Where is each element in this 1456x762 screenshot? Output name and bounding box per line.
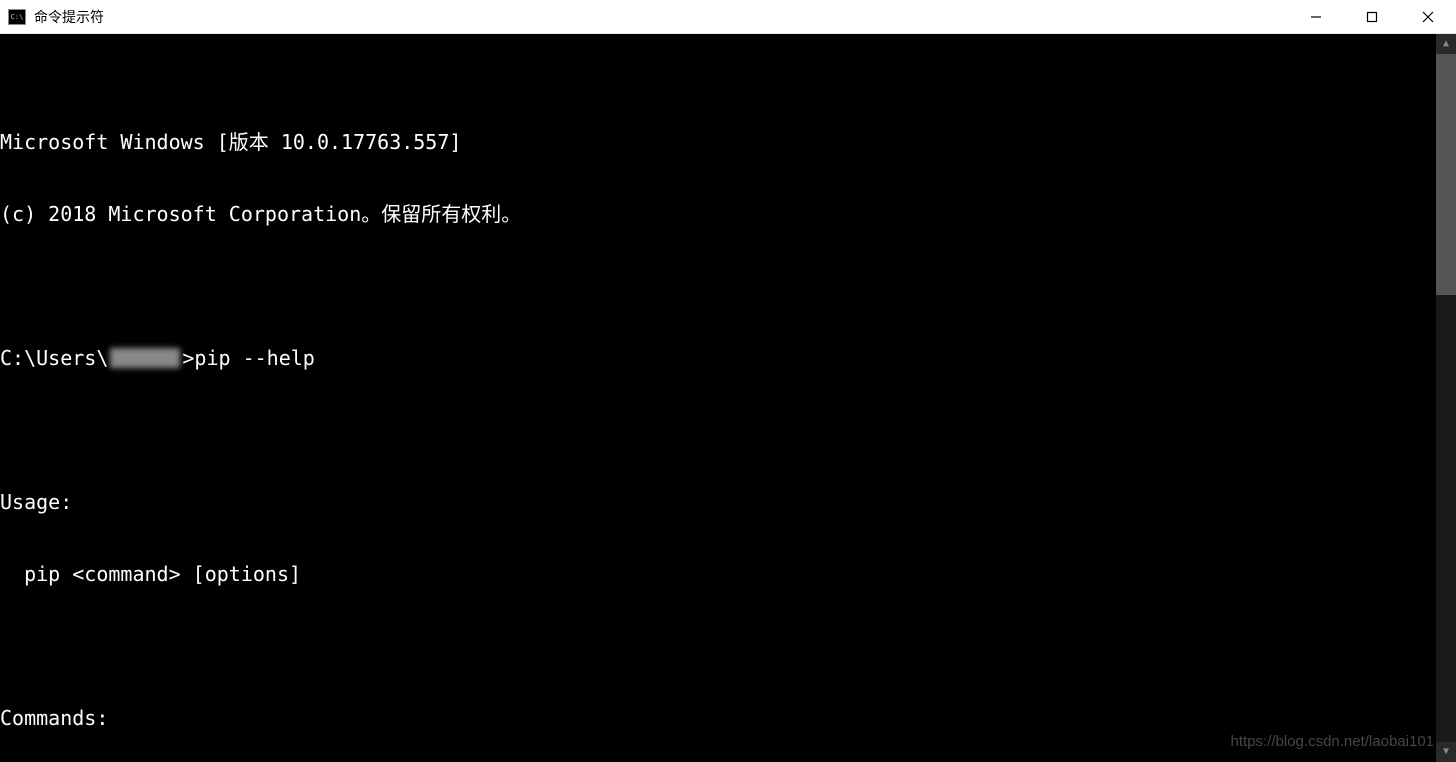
scroll-up-arrow[interactable]: ▲ — [1436, 34, 1456, 54]
blank-line — [0, 418, 1436, 442]
usage-label: Usage: — [0, 490, 1436, 514]
prompt-prefix: C:\Users\ — [0, 346, 108, 370]
usage-text: pip <command> [options] — [0, 562, 1436, 586]
window-title: 命令提示符 — [34, 7, 1288, 27]
window-controls — [1288, 0, 1456, 33]
vertical-scrollbar[interactable]: ▲ ▼ — [1436, 34, 1456, 762]
terminal-area[interactable]: Microsoft Windows [版本 10.0.17763.557] (c… — [0, 34, 1456, 762]
terminal-content: Microsoft Windows [版本 10.0.17763.557] (c… — [0, 82, 1436, 762]
scroll-down-arrow[interactable]: ▼ — [1436, 742, 1456, 762]
window-titlebar[interactable]: 命令提示符 — [0, 0, 1456, 34]
copyright-line: (c) 2018 Microsoft Corporation。保留所有权利。 — [0, 202, 1436, 226]
scroll-thumb[interactable] — [1436, 54, 1456, 295]
prompt-line: C:\Users\ >pip --help — [0, 346, 1436, 370]
close-button[interactable] — [1400, 0, 1456, 33]
prompt-suffix: > — [182, 346, 194, 370]
maximize-button[interactable] — [1344, 0, 1400, 33]
os-version-line: Microsoft Windows [版本 10.0.17763.557] — [0, 130, 1436, 154]
cmd-icon — [8, 9, 26, 25]
commands-label: Commands: — [0, 706, 1436, 730]
blurred-username — [110, 348, 180, 368]
blank-line — [0, 274, 1436, 298]
blank-line — [0, 634, 1436, 658]
entered-command: pip --help — [194, 346, 314, 370]
scroll-track[interactable] — [1436, 54, 1456, 742]
watermark-text: https://blog.csdn.net/laobai101 — [1231, 730, 1434, 754]
minimize-button[interactable] — [1288, 0, 1344, 33]
